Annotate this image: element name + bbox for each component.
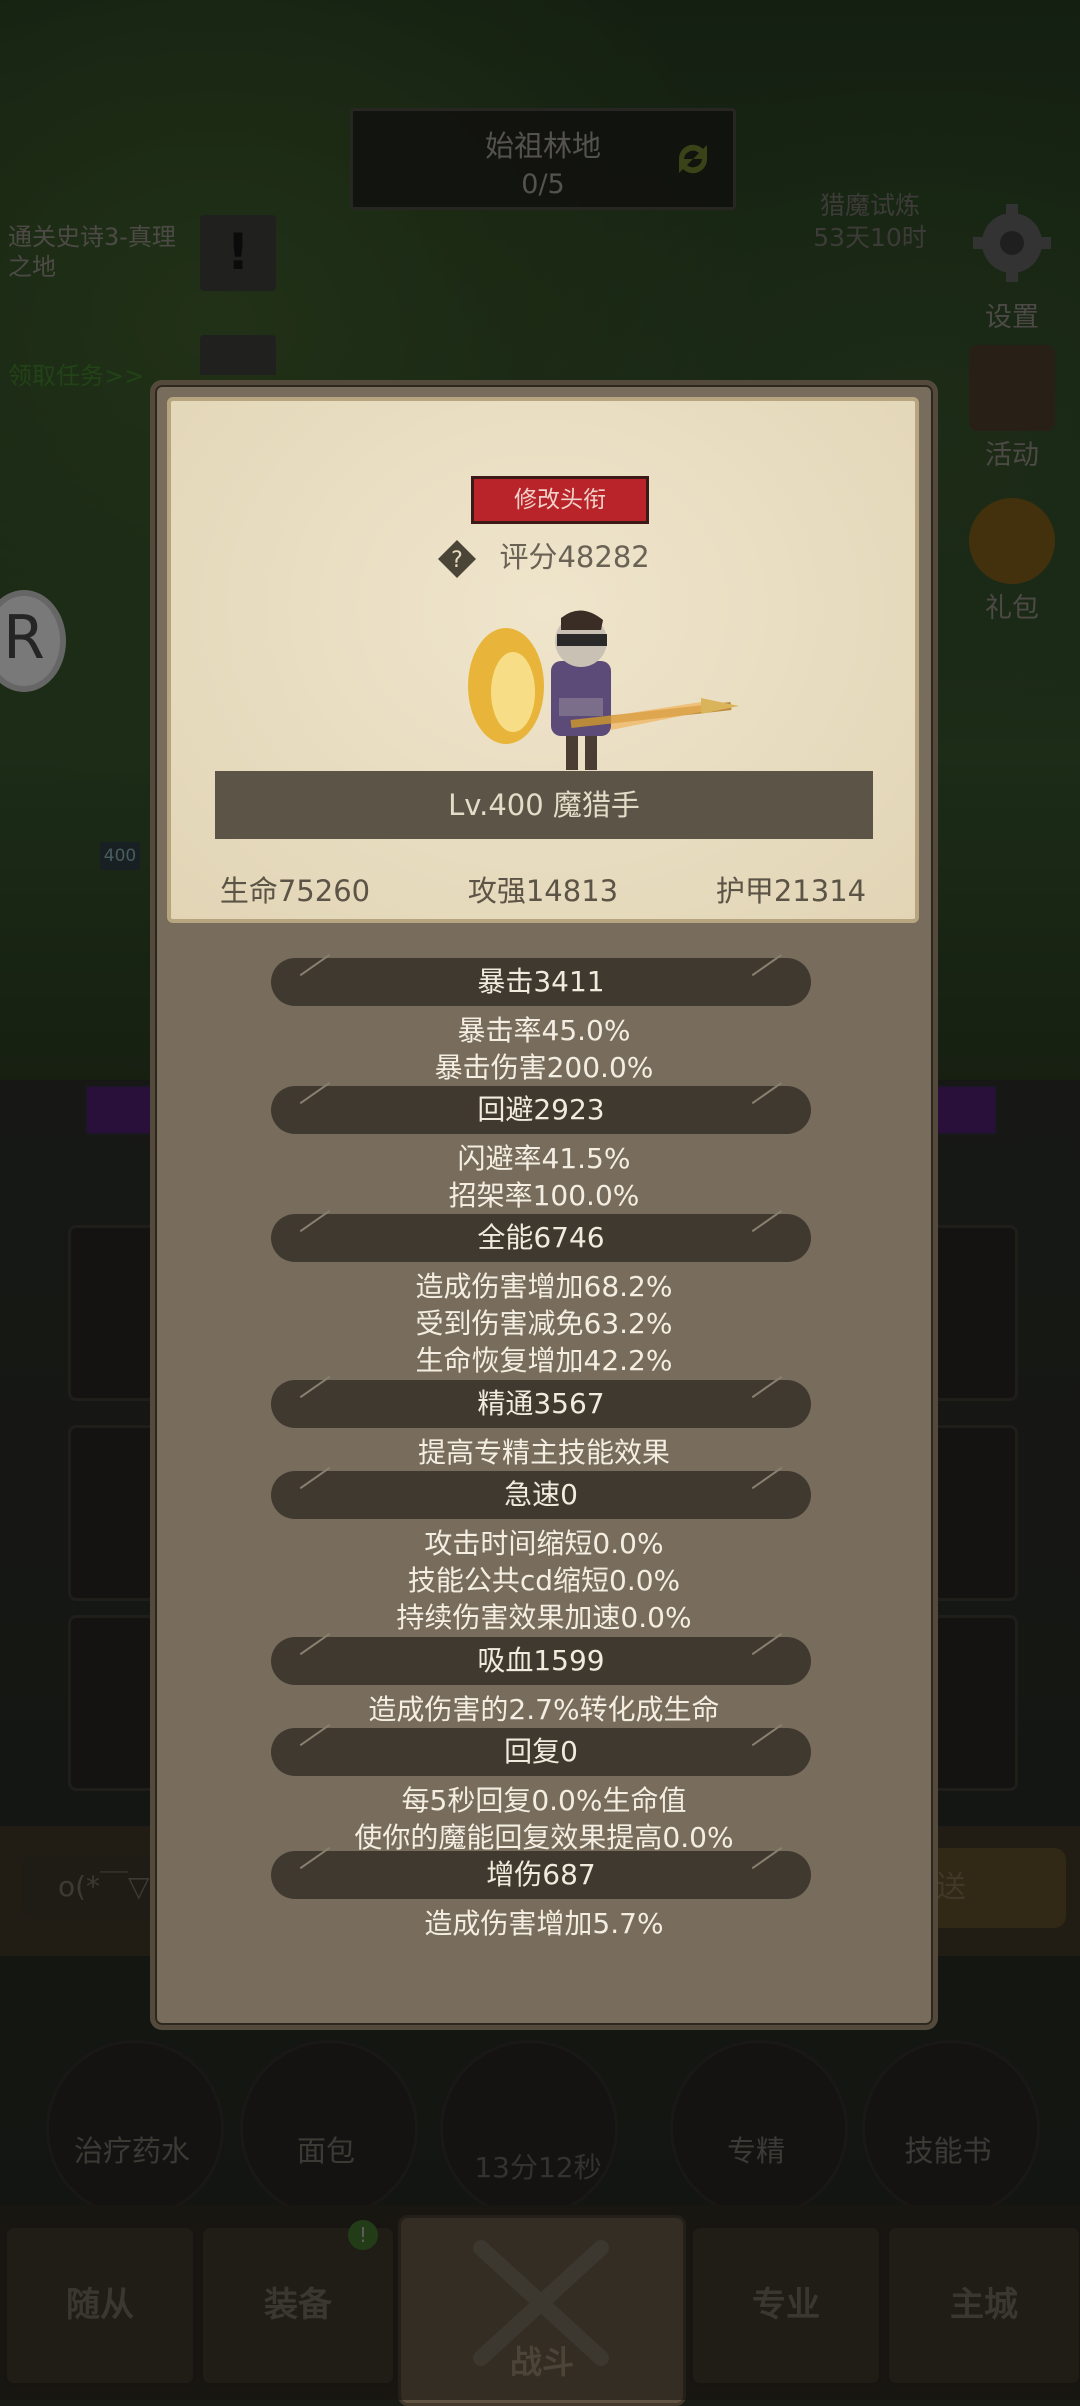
crit-damage: 暴击伤害200.0% xyxy=(434,1051,654,1084)
crit-header: 暴击3411 xyxy=(271,958,811,1006)
mastery-effect: 提高专精主技能效果 xyxy=(417,1436,670,1469)
armor-stat: 护甲21314 xyxy=(715,874,867,908)
score-text: 评分48282 xyxy=(499,540,650,574)
parry-rate: 招架率100.0% xyxy=(448,1179,640,1212)
dodge-rate: 闪避率41.5% xyxy=(457,1142,631,1175)
regen-header: 回复0 xyxy=(271,1728,811,1776)
damage-reduction: 受到伤害减免63.2% xyxy=(415,1307,673,1340)
attack-stat: 攻强14813 xyxy=(467,874,619,908)
heal-increase: 生命恢复增加42.2% xyxy=(415,1344,673,1377)
regen-per-5s: 每5秒回复0.0%生命值 xyxy=(401,1784,687,1817)
versatility-header: 全能6746 xyxy=(271,1214,811,1262)
svg-text:?: ? xyxy=(451,548,463,573)
damage-increase: 造成伤害增加68.2% xyxy=(415,1270,673,1303)
hp-stat: 生命75260 xyxy=(219,874,371,908)
crit-rate: 暴击率45.0% xyxy=(457,1014,631,1047)
score-row: ? 评分48282 xyxy=(171,534,915,580)
damage-boost-header: 增伤687 xyxy=(271,1851,811,1899)
base-stats: 生命75260 攻强14813 护甲21314 xyxy=(171,868,915,910)
mastery-header: 精通3567 xyxy=(271,1380,811,1428)
change-title-button[interactable]: 修改头衔 xyxy=(471,476,649,524)
character-card: 修改头衔 ? 评分48282 Lv.400 魔猎手 生命75260 攻强1481… xyxy=(167,397,919,923)
avoid-header: 回避2923 xyxy=(271,1086,811,1134)
lifesteal-header: 吸血1599 xyxy=(271,1637,811,1685)
hero-portrait xyxy=(468,610,739,770)
character-stats-popup: 修改头衔 ? 评分48282 Lv.400 魔猎手 生命75260 攻强1481… xyxy=(150,380,938,2030)
attack-time-reduction: 攻击时间缩短0.0% xyxy=(424,1527,664,1560)
gcd-reduction: 技能公共cd缩短0.0% xyxy=(407,1564,681,1597)
lifesteal-effect: 造成伤害的2.7%转化成生命 xyxy=(368,1693,720,1726)
damage-boost-effect: 造成伤害增加5.7% xyxy=(424,1907,664,1940)
haste-header: 急速0 xyxy=(271,1471,811,1519)
mana-regen-boost: 使你的魔能回复效果提高0.0% xyxy=(354,1821,734,1854)
dot-acceleration: 持续伤害效果加速0.0% xyxy=(396,1601,692,1634)
level-banner: Lv.400 魔猎手 xyxy=(215,771,873,839)
help-icon[interactable]: ? xyxy=(436,538,478,580)
